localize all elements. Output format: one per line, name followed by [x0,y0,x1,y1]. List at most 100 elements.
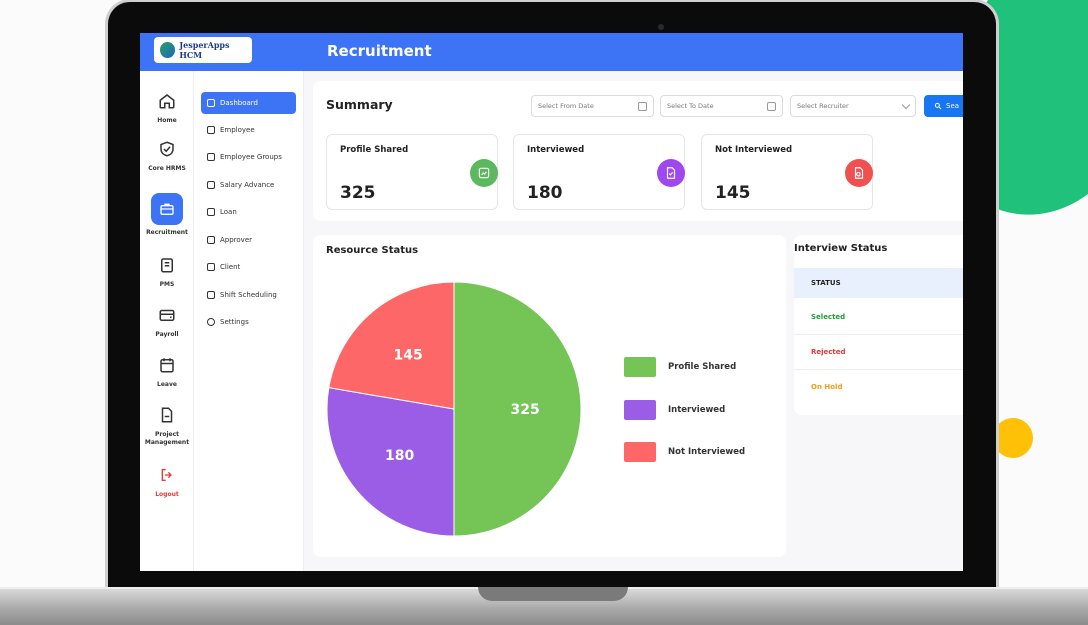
pie-chart: 325 180 145 [326,281,582,537]
calendar-icon [207,291,215,299]
page: JesperApps HCM Recruitment Home Core HRM… [0,0,1088,625]
home-icon [155,89,179,113]
status-column-header: STATUS [794,268,963,298]
search-label: Sea [946,102,960,110]
card-interviewed: Interviewed 180 [513,134,685,210]
legend-label: Not Interviewed [668,447,746,457]
from-date-placeholder: Select From Date [538,102,594,110]
rail-label-core-hrms: Core HRMS [148,165,186,172]
calendar-icon [207,236,215,244]
menu-item-approver[interactable]: Approver [201,229,296,251]
decorative-dot [993,418,1033,458]
pie-data-label: 145 [394,348,423,364]
rail-item-home[interactable]: Home [140,89,194,125]
interview-status-title: Interview Status [794,243,888,254]
menu-item-shift-scheduling[interactable]: Shift Scheduling [201,284,296,306]
shield-check-icon [155,137,179,161]
status-row-rejected[interactable]: Rejected [794,335,963,370]
rail-label-recruitment: Recruitment [146,229,188,236]
to-date-placeholder: Select To Date [667,102,714,110]
menu-label: Salary Advance [220,181,275,189]
rail-label-payroll: Payroll [155,331,179,338]
menu-label: Shift Scheduling [220,291,277,299]
calendar-icon [207,126,215,134]
card-title: Interviewed [527,145,585,155]
card-profile-shared: Profile Shared 325 [326,134,498,210]
legend-swatch [624,442,656,462]
rail-label-home: Home [157,117,177,124]
resource-status-title: Resource Status [326,245,419,256]
rail-item-core-hrms[interactable]: Core HRMS [140,137,194,173]
rail-item-payroll[interactable]: Payroll [140,303,194,339]
legend-item: Profile Shared [624,357,736,377]
check-doc-icon [657,159,685,187]
search-icon [934,102,942,110]
menu-label: Employee Groups [220,153,282,161]
clock-doc-icon [845,159,873,187]
calendar-icon [767,101,776,111]
legend-swatch [624,400,656,420]
logout-icon [155,463,179,487]
calendar-icon [207,153,215,161]
menu-label: Employee [220,126,255,134]
search-button[interactable]: Sea [924,95,963,117]
menu-item-employee-groups[interactable]: Employee Groups [201,146,296,168]
menu-item-employee[interactable]: Employee [201,119,296,141]
menu-label: Approver [220,236,253,244]
status-row-on-hold[interactable]: On Hold [794,370,963,405]
app-screen: JesperApps HCM Recruitment Home Core HRM… [140,33,963,571]
recruiter-select[interactable]: Select Recruiter [790,95,916,117]
calendar-icon [155,353,179,377]
interview-status-panel: Interview Status STATUS Selected Rejecte… [794,235,963,415]
menu-label: Dashboard [220,99,258,107]
pie-slice-not-interviewed[interactable] [328,281,455,410]
rail-item-leave[interactable]: Leave [140,353,194,389]
menu-label: Settings [220,318,249,326]
rail-item-pms[interactable]: PMS [140,253,194,289]
rail-label-project-management: Project Management [144,431,190,446]
menu-item-salary-advance[interactable]: Salary Advance [201,174,296,196]
recruiter-placeholder: Select Recruiter [797,102,849,110]
calendar-icon [207,263,215,271]
card-value: 180 [527,183,563,203]
sub-menu: Dashboard Employee Employee Groups Salar… [194,71,304,571]
pie-data-label: 180 [385,448,414,464]
menu-item-loan[interactable]: Loan [201,201,296,223]
legend-item: Not Interviewed [624,442,745,462]
laptop-notch [478,587,628,601]
chevron-down-icon [901,100,911,109]
camera [658,24,664,30]
status-row-selected[interactable]: Selected [794,300,963,335]
card-title: Profile Shared [340,145,409,155]
wallet-icon [155,303,179,327]
icon-rail: Home Core HRMS Recruitment PMS Payroll L… [140,71,194,571]
calendar-icon [638,101,647,111]
rail-item-recruitment[interactable]: Recruitment [140,193,194,237]
menu-label: Client [220,263,241,271]
legend-item: Interviewed [624,400,725,420]
to-date-field[interactable]: Select To Date [660,95,783,117]
chart-doc-icon [470,159,498,187]
logo-text: JesperApps HCM [179,40,230,60]
card-title: Not Interviewed [715,145,793,155]
briefcase-icon [151,193,183,225]
dashboard-icon [207,99,215,107]
gear-icon [207,318,215,326]
rail-item-logout[interactable]: Logout [140,463,194,499]
from-date-field[interactable]: Select From Date [531,95,654,117]
legend-label: Interviewed [668,405,726,415]
calendar-icon [207,181,215,189]
menu-item-client[interactable]: Client [201,256,296,278]
legend-label: Profile Shared [668,362,737,372]
rail-label-pms: PMS [159,281,175,288]
menu-item-dashboard[interactable]: Dashboard [201,92,296,114]
rail-label-leave: Leave [157,381,177,388]
summary-panel: Summary Select From Date Select To Date … [313,81,963,221]
document-icon [155,403,179,427]
rail-item-project-management[interactable]: Project Management [140,403,194,447]
menu-item-settings[interactable]: Settings [201,311,296,333]
summary-title: Summary [326,97,393,112]
logo[interactable]: JesperApps HCM [154,37,252,63]
logo-icon [160,42,176,58]
menu-label: Loan [220,208,237,216]
